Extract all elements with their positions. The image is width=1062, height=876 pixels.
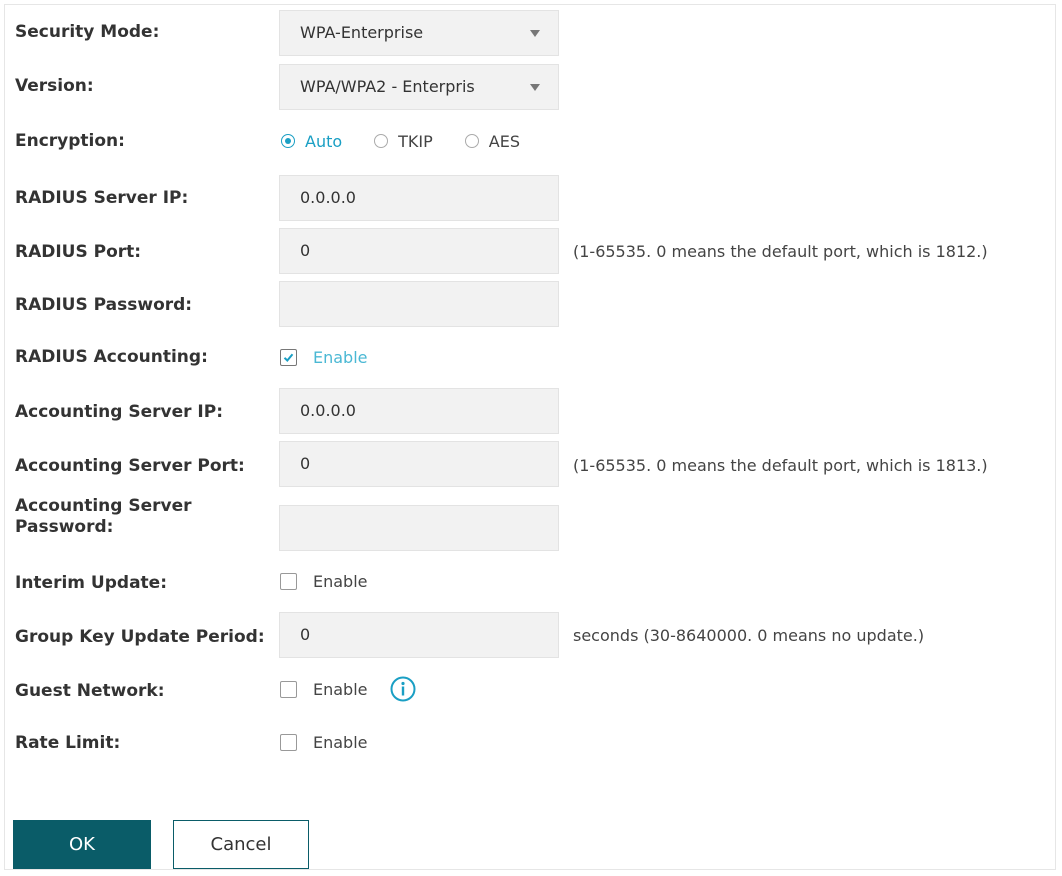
group-key-update-period-hint: seconds (30-8640000. 0 means no update.) — [573, 626, 925, 645]
guest-network-label: Guest Network: — [15, 681, 165, 701]
interim-update-checkbox[interactable]: Enable — [280, 570, 368, 592]
encryption-radio-auto[interactable]: Auto — [281, 132, 342, 151]
checkbox-checked-icon — [280, 348, 297, 366]
interim-update-enable-label: Enable — [313, 571, 368, 591]
radius-accounting-label: RADIUS Accounting: — [15, 347, 208, 367]
guest-network-checkbox[interactable]: Enable — [280, 680, 368, 699]
radio-unchecked-icon — [374, 134, 389, 148]
accounting-server-ip-label: Accounting Server IP: — [15, 402, 223, 422]
radius-port-hint: (1-65535. 0 means the default port, whic… — [573, 242, 988, 261]
encryption-option-label: TKIP — [398, 131, 433, 151]
encryption-option-label: AES — [488, 131, 521, 151]
version-select[interactable]: WPA/WPA2 - Enterpris — [279, 64, 559, 110]
chevron-down-icon — [530, 30, 540, 37]
chevron-down-icon — [530, 84, 540, 91]
radio-unchecked-icon — [464, 134, 479, 148]
rate-limit-checkbox[interactable]: Enable — [280, 731, 368, 753]
info-icon[interactable] — [390, 676, 416, 702]
accounting-server-password-label-line1: Accounting Server — [15, 496, 192, 516]
group-key-update-period-input[interactable]: 0 — [279, 612, 559, 658]
accounting-server-ip-input[interactable]: 0.0.0.0 — [279, 388, 559, 434]
radius-accounting-enable-label: Enable — [313, 347, 368, 367]
radius-server-ip-label: RADIUS Server IP: — [15, 188, 189, 208]
radio-checked-icon — [281, 134, 295, 148]
encryption-option-label: Auto — [305, 131, 343, 151]
guest-network-enable-label: Enable — [313, 679, 368, 699]
encryption-radio-group: Auto TKIP AES — [281, 130, 552, 152]
rate-limit-label: Rate Limit: — [15, 733, 121, 753]
accounting-server-password-label: Accounting Server Password: — [15, 496, 192, 538]
radius-accounting-checkbox[interactable]: Enable — [280, 346, 368, 368]
radius-port-input[interactable]: 0 — [279, 228, 559, 274]
radius-port-label: RADIUS Port: — [15, 242, 142, 262]
accounting-server-password-input[interactable] — [279, 505, 559, 551]
checkbox-unchecked-icon — [280, 733, 297, 751]
security-mode-select[interactable]: WPA-Enterprise — [279, 10, 559, 56]
cancel-button[interactable]: Cancel — [173, 820, 309, 869]
checkbox-unchecked-icon — [280, 680, 297, 698]
version-label: Version: — [15, 76, 94, 96]
encryption-label: Encryption: — [15, 131, 125, 151]
accounting-server-port-hint: (1-65535. 0 means the default port, whic… — [573, 456, 988, 475]
guest-network-row: Enable — [280, 676, 416, 702]
accounting-server-port-label: Accounting Server Port: — [15, 456, 245, 476]
interim-update-label: Interim Update: — [15, 573, 167, 593]
encryption-radio-aes[interactable]: AES — [464, 131, 521, 151]
security-mode-value: WPA-Enterprise — [300, 23, 424, 42]
version-value: WPA/WPA2 - Enterpris — [300, 77, 475, 96]
rate-limit-enable-label: Enable — [313, 732, 368, 752]
accounting-server-port-input[interactable]: 0 — [279, 441, 559, 487]
checkbox-unchecked-icon — [280, 572, 297, 590]
radius-password-input[interactable] — [279, 281, 559, 327]
encryption-radio-tkip[interactable]: TKIP — [374, 132, 433, 151]
accounting-server-password-label-line2: Password: — [15, 517, 114, 537]
radius-server-ip-input[interactable]: 0.0.0.0 — [279, 175, 559, 221]
ok-button[interactable]: OK — [13, 820, 151, 869]
radius-password-label: RADIUS Password: — [15, 295, 193, 315]
group-key-update-period-label: Group Key Update Period: — [15, 627, 265, 647]
security-mode-label: Security Mode: — [15, 22, 160, 42]
